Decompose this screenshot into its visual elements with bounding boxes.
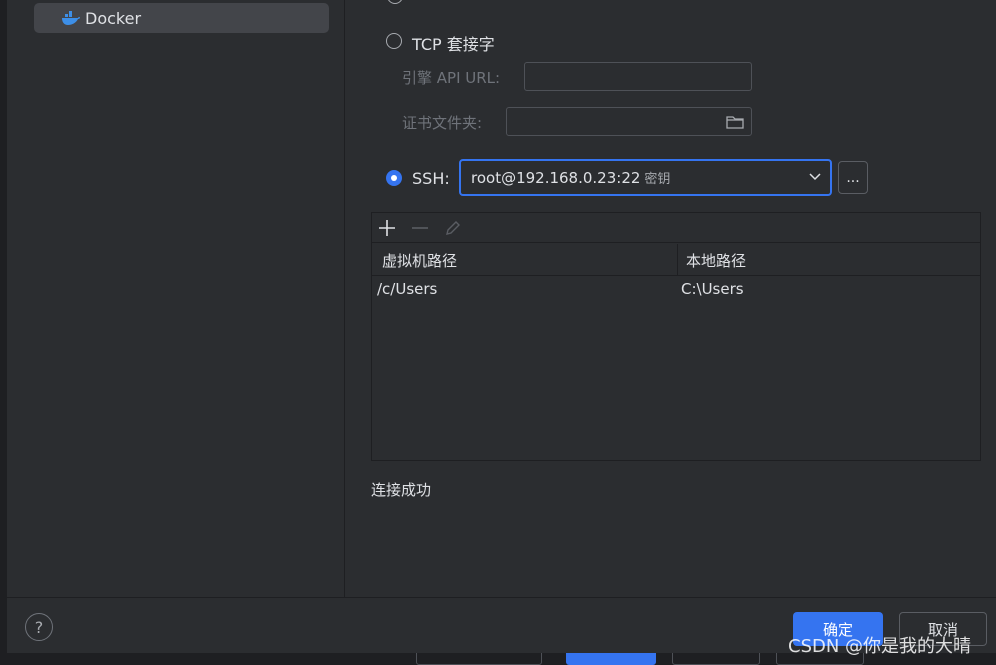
docker-icon (62, 11, 80, 25)
watermark: CSDN @你是我的大晴 (788, 636, 972, 657)
folder-icon[interactable] (726, 114, 744, 130)
sidebar-divider (344, 0, 345, 597)
window-edge (0, 0, 7, 665)
chevron-down-icon (809, 173, 821, 181)
browse-ssh-button[interactable]: ... (838, 161, 868, 194)
cert-folder-field[interactable] (506, 107, 752, 136)
footer-divider (7, 597, 996, 598)
column-header-vm-path[interactable]: 虚拟机路径 (382, 250, 457, 271)
tcp-label: TCP 套接字 (412, 35, 495, 54)
table-header (372, 244, 980, 276)
engine-api-label: 引擎 API URL: (402, 69, 501, 87)
table-cell-local-path[interactable]: C:\Users (681, 280, 744, 298)
radio-socket[interactable] (387, 0, 403, 4)
help-button[interactable]: ? (25, 613, 53, 641)
ssh-label: SSH: (412, 169, 450, 188)
ssh-auth-type: 密钥 (644, 172, 671, 187)
ssh-config-select[interactable]: root@192.168.0.23:22 密钥 (459, 159, 832, 196)
connection-status: 连接成功 (371, 481, 432, 499)
add-icon[interactable] (378, 219, 396, 237)
remove-icon[interactable] (411, 219, 429, 237)
column-divider[interactable] (677, 244, 678, 275)
radio-tcp[interactable] (386, 33, 402, 49)
sidebar-item-docker[interactable]: Docker (34, 3, 329, 33)
ssh-config-value: root@192.168.0.23:22 (471, 168, 641, 187)
table-toolbar (372, 213, 980, 243)
radio-ssh[interactable] (386, 170, 402, 186)
table-cell-vm-path[interactable]: /c/Users (377, 280, 437, 298)
engine-api-field[interactable] (524, 62, 752, 91)
sidebar-item-label: Docker (85, 8, 142, 28)
sidebar (7, 0, 344, 597)
cert-folder-label: 证书文件夹: (402, 114, 483, 132)
column-header-local-path[interactable]: 本地路径 (686, 250, 746, 271)
edit-icon[interactable] (444, 219, 462, 237)
